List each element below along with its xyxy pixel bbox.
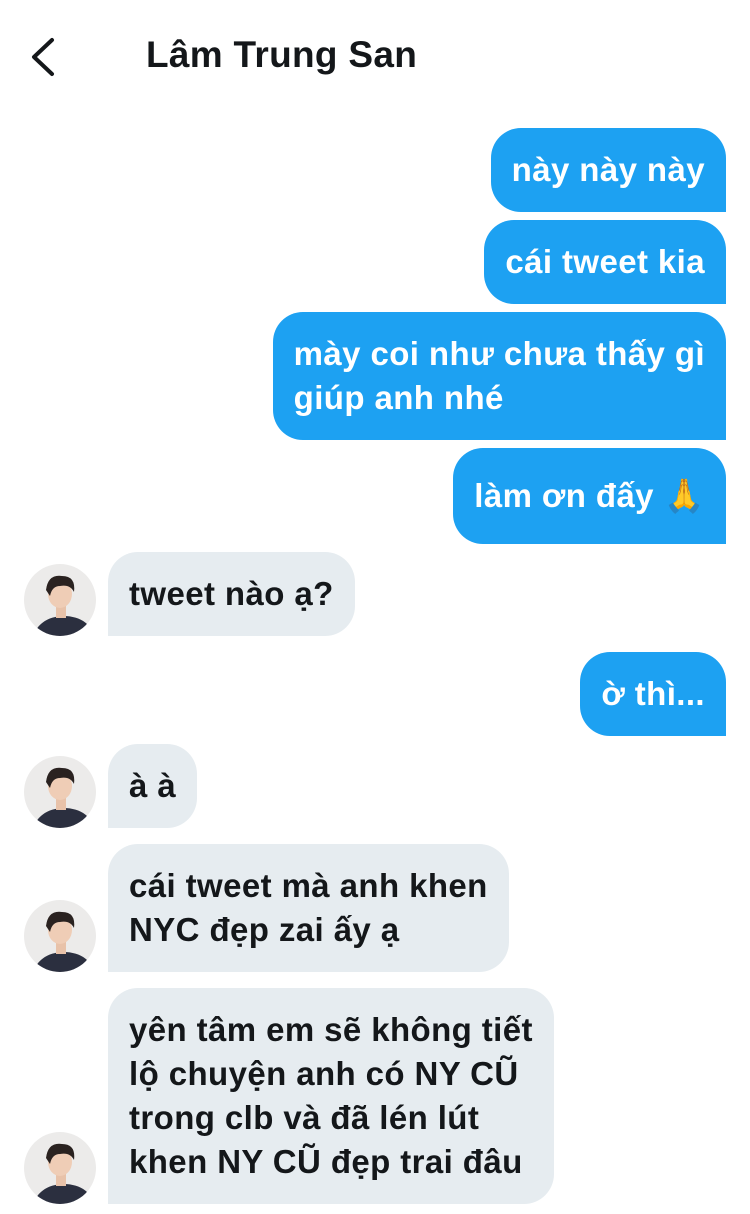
message-bubble-outgoing: cái tweet kia: [484, 220, 726, 304]
message-bubble-incoming: à à: [108, 744, 198, 828]
conversation-title: Lâm Trung San: [146, 34, 418, 75]
message-bubble-outgoing: làm ơn đấy 🙏: [453, 448, 726, 544]
message-bubble-incoming: yên tâm em sẽ không tiết lộ chuyện anh c…: [108, 988, 554, 1204]
chevron-left-icon: [32, 38, 54, 76]
avatar[interactable]: [24, 900, 96, 972]
avatar[interactable]: [24, 1132, 96, 1204]
message-bubble-outgoing: này này này: [490, 128, 726, 212]
avatar[interactable]: [24, 564, 96, 636]
message-bubble-incoming: tweet nào ạ?: [108, 552, 355, 636]
chat-header: Lâm Trung San: [0, 0, 750, 112]
avatar[interactable]: [24, 756, 96, 828]
message-bubble-outgoing: mày coi như chưa thấy gì giúp anh nhé: [272, 312, 726, 440]
message-bubble-incoming: cái tweet mà anh khen NYC đẹp zai ấy ạ: [108, 844, 509, 972]
message-bubble-outgoing: ờ thì...: [580, 652, 726, 736]
back-button[interactable]: [24, 30, 68, 82]
